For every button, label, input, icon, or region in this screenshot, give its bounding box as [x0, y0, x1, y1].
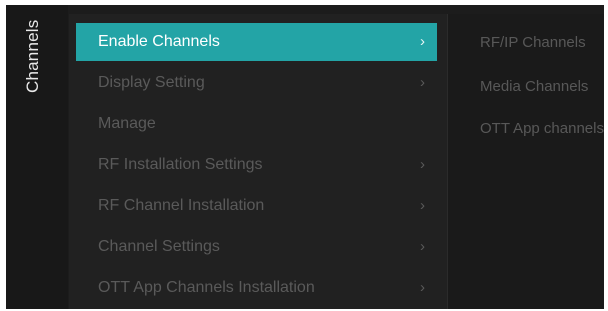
submenu-item-ott-app-channels[interactable]: OTT App channels [480, 120, 604, 137]
menu-item-label: RF Channel Installation [98, 197, 265, 214]
chevron-right-icon: › [420, 156, 425, 173]
menu-item-display-setting[interactable]: Display Setting › [76, 64, 437, 102]
chevron-right-icon: › [420, 238, 425, 255]
menu-item-label: Manage [98, 115, 156, 132]
sidebar-title: Channels [23, 19, 42, 93]
chevron-right-icon: › [420, 279, 425, 296]
menu-item-label: Enable Channels [98, 33, 220, 50]
submenu-panel: RF/IP Channels Media Channels OTT App ch… [448, 14, 604, 309]
menu-item-label: RF Installation Settings [98, 156, 263, 173]
menu-item-rf-channel-installation[interactable]: RF Channel Installation › [76, 187, 437, 225]
menu-item-ott-app-channels-installation[interactable]: OTT App Channels Installation › [76, 269, 437, 307]
menu-item-rf-installation-settings[interactable]: RF Installation Settings › [76, 146, 437, 184]
menu-item-channel-settings[interactable]: Channel Settings › [76, 228, 437, 266]
sidebar: Channels [6, 5, 68, 309]
chevron-right-icon: › [420, 74, 425, 91]
menu-item-label: Channel Settings [98, 238, 220, 255]
submenu-item-rf-ip-channels[interactable]: RF/IP Channels [480, 34, 586, 51]
chevron-right-icon: › [420, 33, 425, 50]
submenu-item-media-channels[interactable]: Media Channels [480, 78, 588, 95]
tv-settings-screen: Channels Enable Channels › Display Setti… [6, 5, 604, 309]
menu-item-label: Display Setting [98, 74, 205, 91]
chevron-right-icon: › [420, 197, 425, 214]
menu-item-manage[interactable]: Manage [76, 105, 437, 143]
menu-panel: Enable Channels › Display Setting › Mana… [69, 14, 448, 309]
menu-item-enable-channels[interactable]: Enable Channels › [76, 23, 437, 61]
menu-item-label: OTT App Channels Installation [98, 279, 315, 296]
